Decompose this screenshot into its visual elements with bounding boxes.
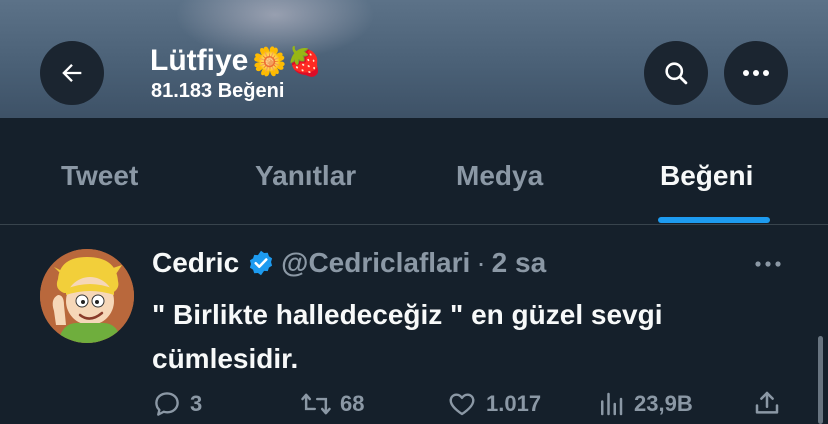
tweet-more-button[interactable] (754, 255, 782, 273)
search-icon (665, 62, 688, 85)
author-handle[interactable]: @Cedriclaflari (281, 247, 470, 279)
retweet-button[interactable]: 68 (300, 389, 364, 419)
profile-tabs: Tweet Yanıtlar Medya Beğeni (0, 140, 828, 224)
reply-button[interactable]: 3 (152, 389, 202, 419)
tweet-text: " Birlikte halledeceğiz " en güzel sevgi… (152, 299, 663, 374)
reply-icon (155, 392, 179, 416)
tab-likes[interactable]: Beğeni (660, 160, 753, 192)
heart-icon (449, 393, 475, 416)
tab-media[interactable]: Medya (456, 160, 543, 192)
share-button[interactable] (752, 387, 782, 419)
retweet-count: 68 (340, 391, 365, 416)
search-button[interactable] (644, 41, 708, 105)
tab-replies[interactable]: Yanıtlar (255, 160, 356, 192)
tab-tweets[interactable]: Tweet (61, 160, 138, 192)
arrow-left-icon (62, 64, 82, 82)
views-chart-icon (601, 392, 623, 416)
share-icon (755, 391, 779, 414)
tweet-actions: 3 68 1.017 23,9B (0, 385, 828, 424)
profile-name-row: Lütfiye 🌼🍓 (150, 44, 322, 78)
back-button[interactable] (40, 41, 104, 105)
views-button[interactable]: 23,9B (596, 389, 693, 419)
like-button[interactable]: 1.017 (446, 389, 541, 419)
profile-name: Lütfiye (150, 44, 249, 77)
more-horizontal-icon (755, 261, 781, 267)
header-edge (0, 118, 828, 120)
more-horizontal-icon (743, 70, 769, 76)
avatar-illustration (40, 249, 134, 343)
like-count: 1.017 (486, 391, 542, 416)
retweet-icon (301, 393, 331, 415)
avatar[interactable] (40, 249, 134, 343)
profile-likes-count: 81.183 Beğeni (151, 80, 285, 102)
separator: · (476, 247, 486, 278)
verified-badge-icon (247, 249, 275, 277)
author-name[interactable]: Cedric (152, 247, 239, 279)
profile-name-emoji: 🌼🍓 (252, 45, 323, 77)
more-button[interactable] (724, 41, 788, 105)
views-count: 23,9B (634, 391, 693, 416)
tweet[interactable]: Cedric @Cedriclaflari · 2 sa " Birlikte … (0, 225, 828, 424)
reply-count: 3 (190, 391, 203, 416)
scrollbar[interactable] (818, 336, 823, 424)
profile-header: Lütfiye 🌼🍓 81.183 Beğeni (0, 0, 828, 120)
tweet-time[interactable]: 2 sa (492, 247, 547, 279)
active-tab-indicator (658, 217, 770, 223)
tweet-header: Cedric @Cedriclaflari · 2 sa (152, 247, 546, 279)
